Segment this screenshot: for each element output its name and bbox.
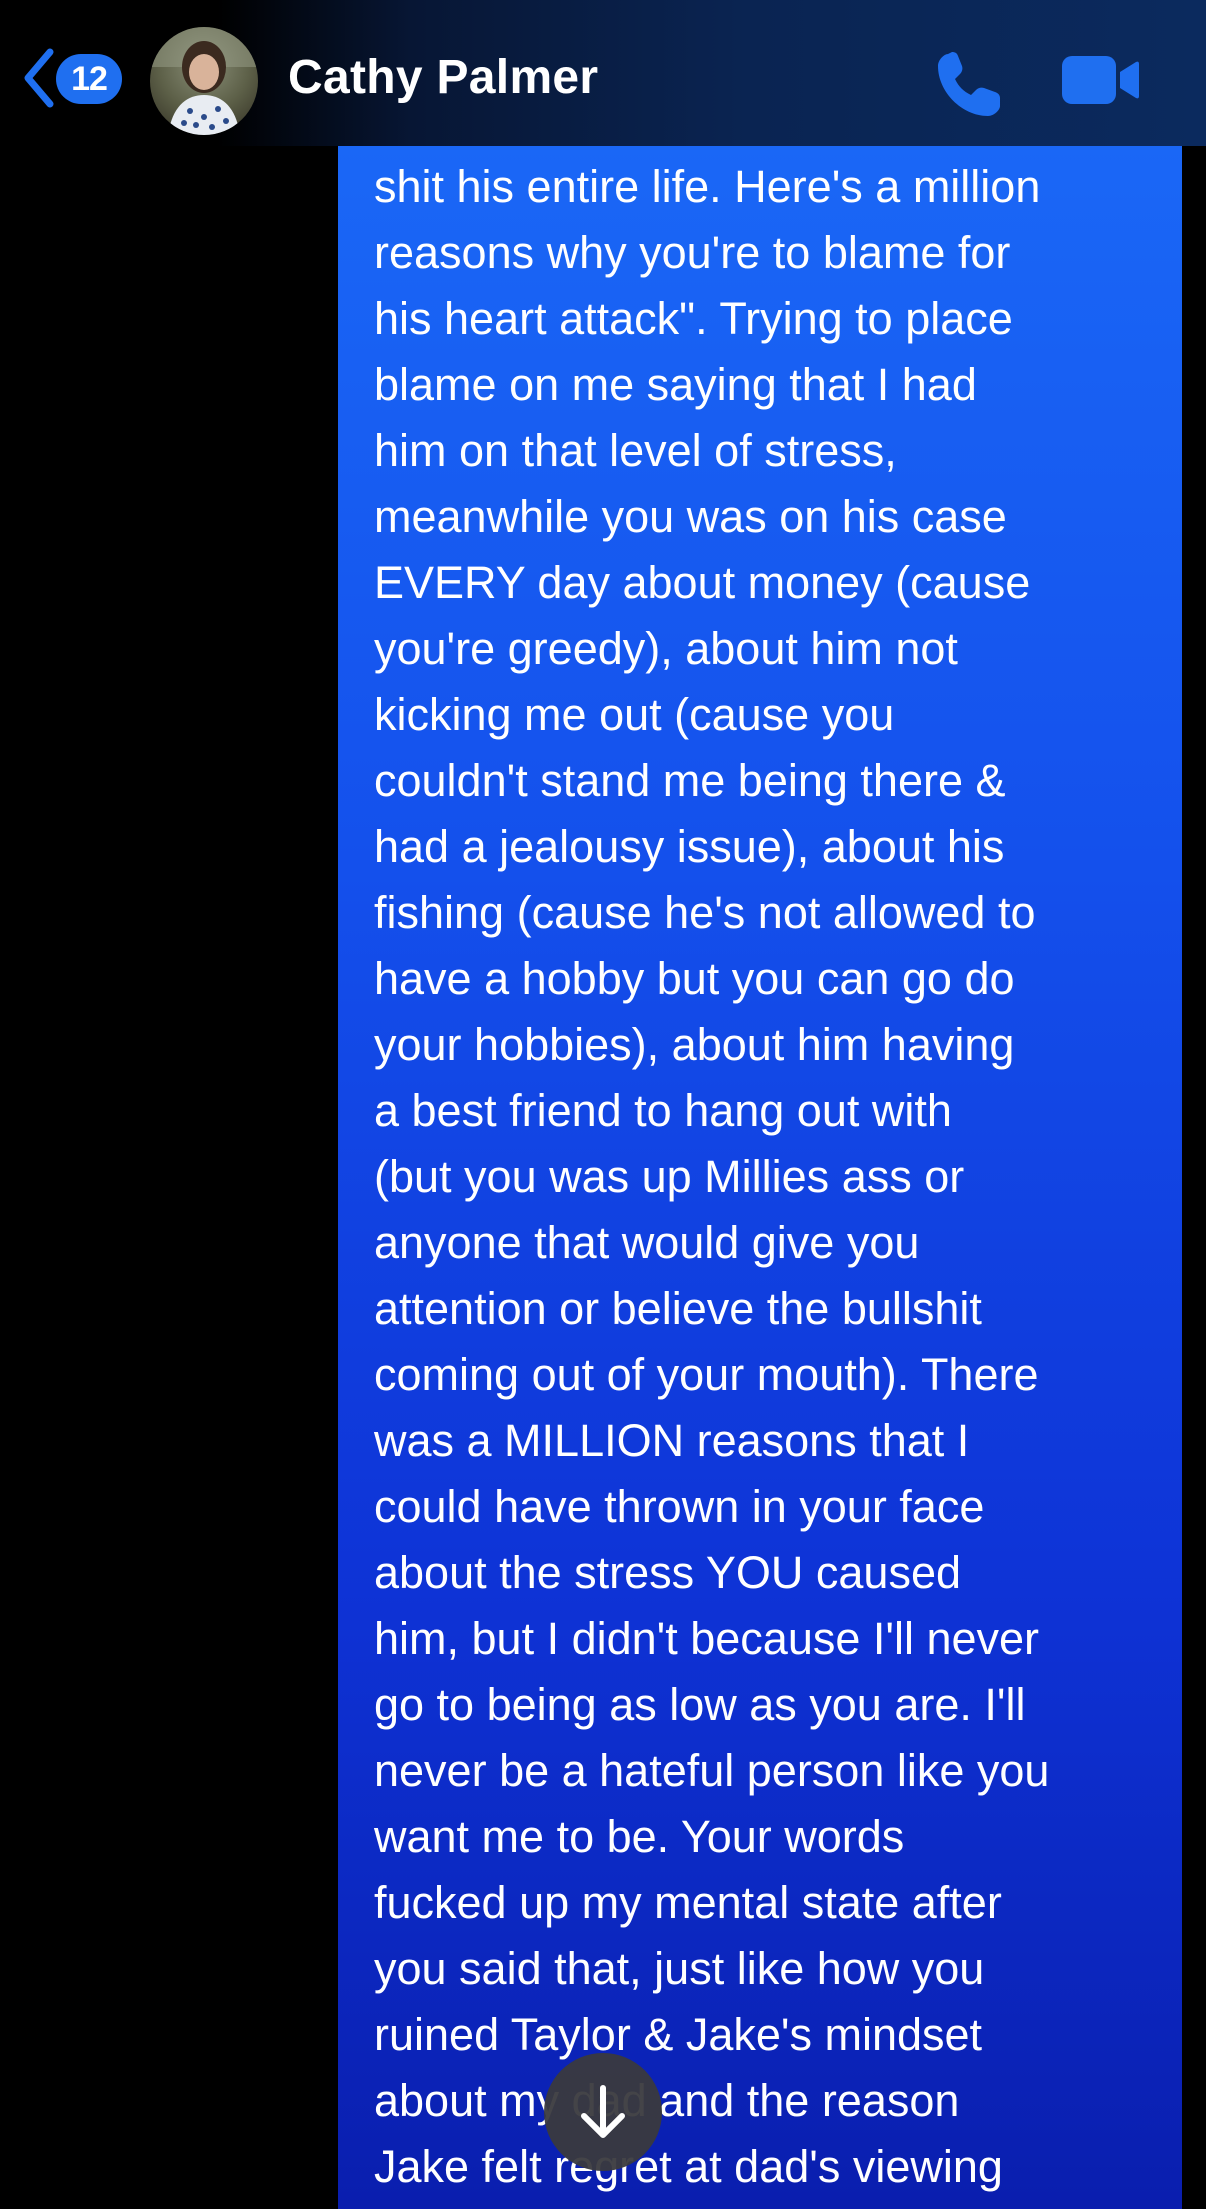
message-line: you said that, just like how you (374, 1943, 985, 1994)
message-line: meanwhile you was on his case (374, 491, 1007, 542)
message-line: EVERY day about money (cause (374, 557, 1031, 608)
message-line: was a MILLION reasons that I (374, 1415, 970, 1466)
message-line: Jake felt regret at dad's viewing (374, 2141, 1003, 2192)
contact-name[interactable]: Cathy Palmer (288, 50, 598, 105)
back-button[interactable]: 12 (22, 46, 132, 110)
message-line: kicking me out (cause you (374, 689, 895, 740)
message-line: had a jealousy issue), about his (374, 821, 1005, 872)
message-line: want me to be. Your words (374, 1811, 905, 1862)
message-line: your hobbies), about him having (374, 1019, 1015, 1070)
message-line: a best friend to hang out with (374, 1085, 952, 1136)
conversation-header: 12 Cathy Palmer (0, 0, 1206, 146)
message-text: shit his entire life. Here's a million r… (374, 154, 1168, 2200)
message-line: about my dad and the reason (374, 2075, 960, 2126)
message-line: could have thrown in your face (374, 1481, 985, 1532)
phone-icon (938, 52, 1000, 116)
call-button[interactable] (934, 50, 1006, 120)
message-line: never be a hateful person like you (374, 1745, 1050, 1796)
message-line: his heart attack". Trying to place (374, 293, 1013, 344)
video-call-button[interactable] (1060, 52, 1140, 108)
unread-count-badge: 12 (56, 54, 122, 104)
message-line: attention or believe the bullshit (374, 1283, 982, 1334)
message-line: fishing (cause he's not allowed to (374, 887, 1036, 938)
avatar[interactable] (150, 27, 258, 135)
message-line: have a hobby but you can go do (374, 953, 1015, 1004)
message-line: couldn't stand me being there & (374, 755, 1006, 806)
chevron-left-icon (24, 48, 54, 108)
message-line: him on that level of stress, (374, 425, 897, 476)
contact-photo (150, 27, 258, 135)
message-line: fucked up my mental state after (374, 1877, 1002, 1928)
message-line: shit his entire life. Here's a million (374, 161, 1041, 212)
message-line: reasons why you're to blame for (374, 227, 1011, 278)
message-line: you're greedy), about him not (374, 623, 958, 674)
message-line: ruined Taylor & Jake's mindset (374, 2009, 983, 2060)
message-line: him, but I didn't because I'll never (374, 1613, 1040, 1664)
message-line: (but you was up Millies ass or (374, 1151, 965, 1202)
message-line: go to being as low as you are. I'll (374, 1679, 1026, 1730)
message-line: anyone that would give you (374, 1217, 920, 1268)
scroll-to-bottom-button[interactable] (544, 2053, 662, 2171)
message-line: blame on me saying that I had (374, 359, 977, 410)
video-camera-icon (1062, 56, 1139, 104)
arrow-down-icon (581, 2085, 625, 2138)
message-bubble[interactable]: shit his entire life. Here's a million r… (338, 146, 1182, 2209)
message-line: about the stress YOU caused (374, 1547, 961, 1598)
message-line: coming out of your mouth). There (374, 1349, 1039, 1400)
